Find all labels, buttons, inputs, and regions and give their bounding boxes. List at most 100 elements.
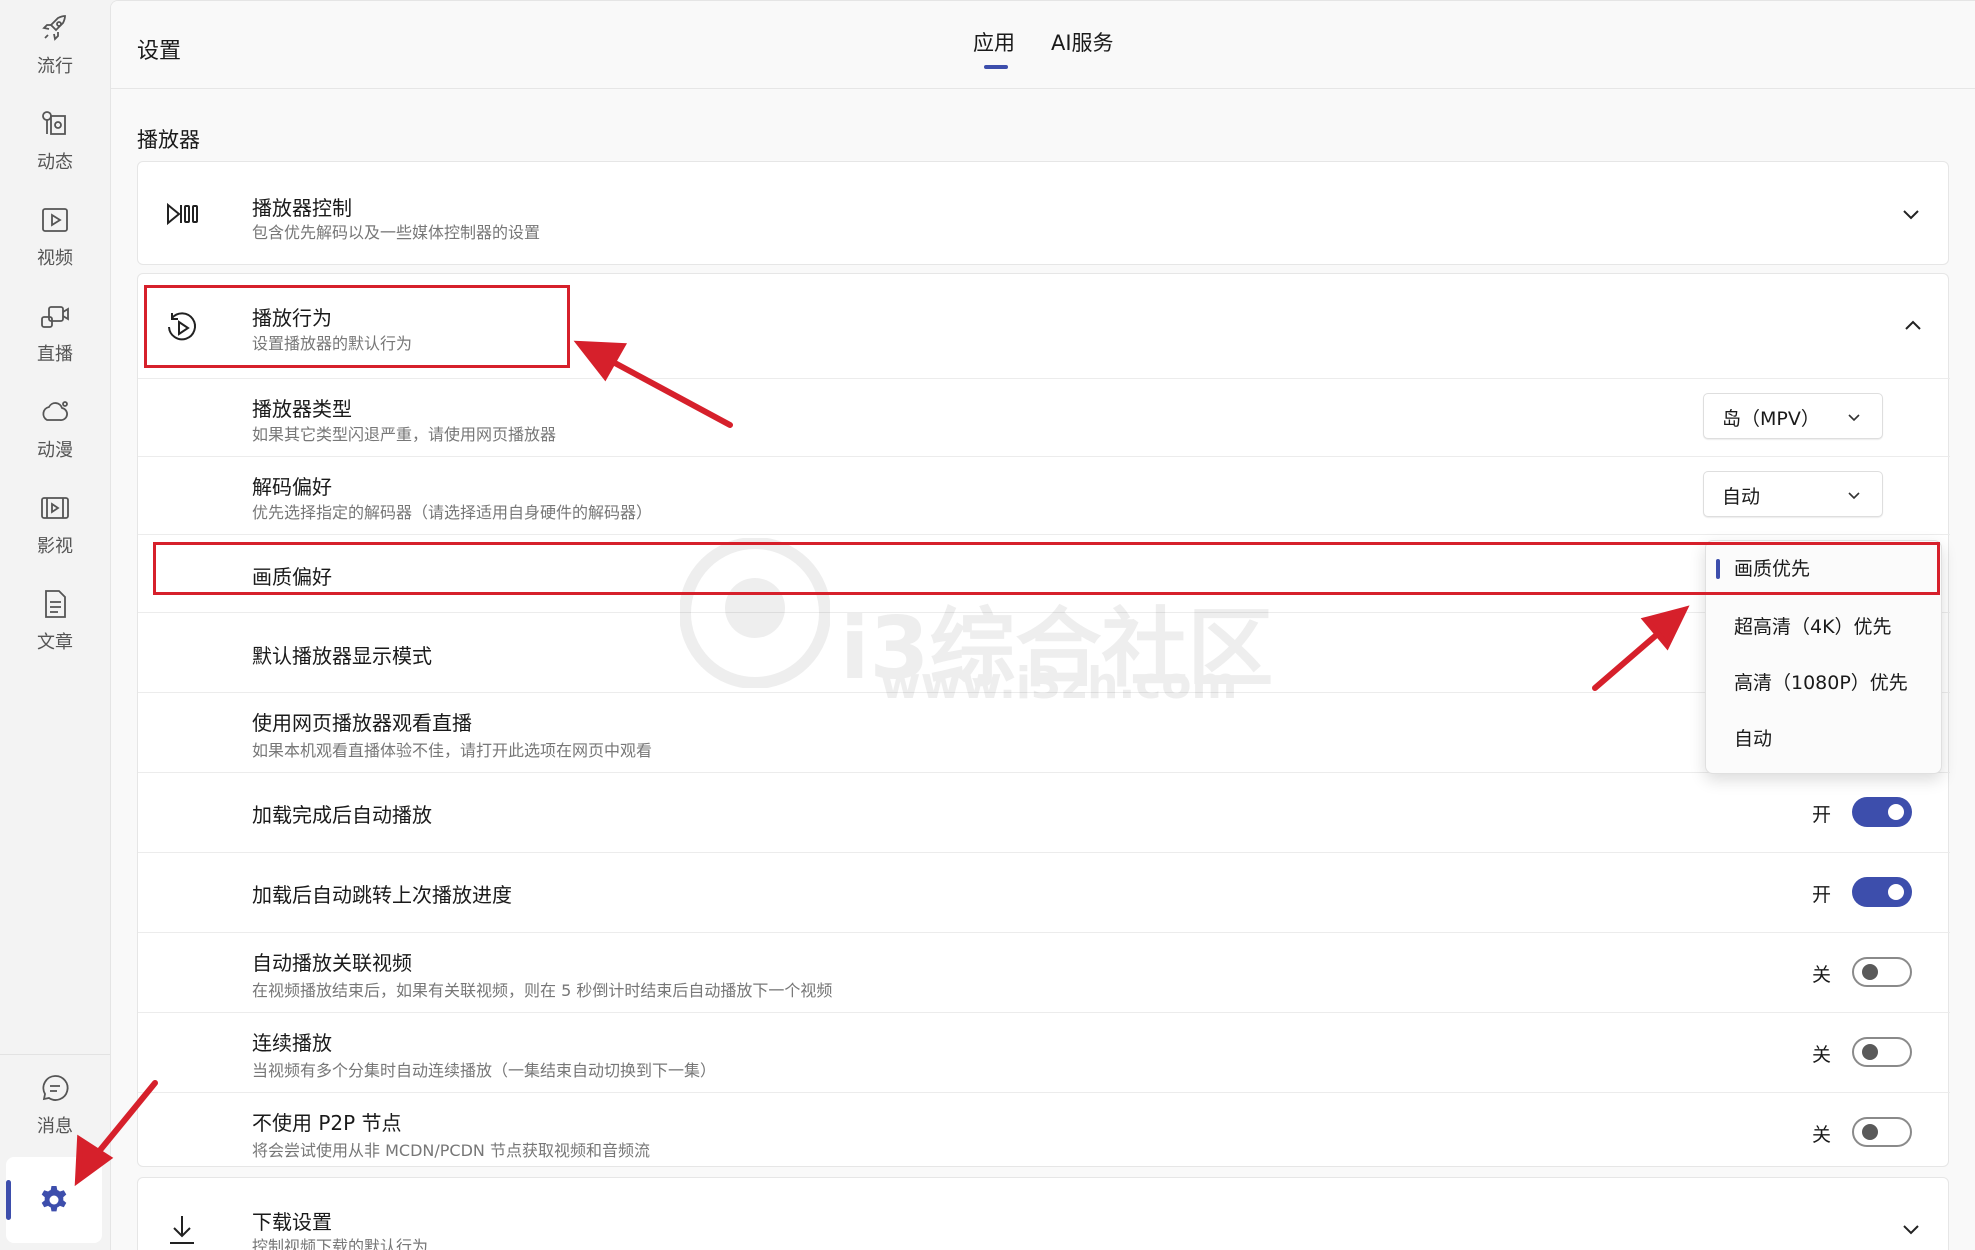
chevron-down-icon [1848, 492, 1860, 500]
settings-page: 设置 应用 AI服务 播放器 播放器控制 包含优先解码以及一些媒体控制器的设置 … [110, 0, 1975, 1250]
row-title: 加载完成后自动播放 [252, 803, 432, 827]
dropdown-value: 自动 [1722, 486, 1761, 508]
menu-item-label: 画质优先 [1734, 558, 1811, 580]
sidebar-item-dynamic[interactable]: 动态 [0, 96, 110, 188]
web-live-row[interactable]: 使用网页播放器观看直播 如果本机观看直播体验不佳，请打开此选项在网页中观看 [138, 692, 1950, 772]
gear-icon [41, 1186, 67, 1212]
tab-ai-service[interactable]: AI服务 [1051, 27, 1114, 57]
chevron-down-icon[interactable] [1900, 203, 1922, 225]
toggle-state-label: 开 [1812, 884, 1832, 906]
article-icon [45, 590, 66, 618]
menu-item-label: 自动 [1734, 728, 1773, 750]
decode-row: 解码偏好 优先选择指定的解码器（请选择适用自身硬件的解码器） 自动 [138, 456, 1950, 534]
menu-item-label: 高清（1080P）优先 [1734, 672, 1908, 694]
continuous-toggle[interactable] [1852, 1037, 1912, 1067]
menu-item-quality-first[interactable]: 画质优先 [1706, 541, 1943, 597]
row-title: 画质偏好 [252, 565, 332, 589]
sidebar-item-settings[interactable] [6, 1157, 102, 1243]
player-type-dropdown[interactable]: 岛（MPV） [1703, 393, 1883, 439]
row-description: 优先选择指定的解码器（请选择适用自身硬件的解码器） [252, 503, 653, 522]
resume-row: 加载后自动跳转上次播放进度 开 [138, 852, 1950, 932]
related-toggle[interactable] [1852, 957, 1912, 987]
row-title: 自动播放关联视频 [252, 951, 412, 975]
toggle-knob [1862, 1124, 1878, 1140]
chevron-down-icon[interactable] [1900, 1218, 1922, 1240]
row-title: 默认播放器显示模式 [252, 644, 432, 668]
header: 设置 应用 AI服务 [111, 1, 1975, 89]
sidebar-item-film[interactable]: 影视 [0, 480, 110, 572]
menu-item-4k-first[interactable]: 超高清（4K）优先 [1706, 599, 1943, 655]
replay-icon [168, 312, 196, 341]
sidebar-item-anime[interactable]: 动漫 [0, 384, 110, 476]
row-description: 在视频播放结束后，如果有关联视频，则在 5 秒倒计时结束后自动播放下一个视频 [252, 981, 833, 1000]
quality-options-menu: 画质优先 超高清（4K）优先 高清（1080P）优先 自动 [1705, 540, 1942, 774]
sidebar-item-popular[interactable]: 流行 [0, 0, 110, 92]
rocket-icon [42, 15, 66, 41]
row-title: 解码偏好 [252, 475, 332, 499]
card-title: 播放器控制 [252, 196, 352, 220]
toggle-knob [1888, 804, 1904, 820]
toggle-knob [1862, 964, 1878, 980]
decode-dropdown[interactable]: 自动 [1703, 471, 1883, 517]
related-row: 自动播放关联视频 在视频播放结束后，如果有关联视频，则在 5 秒倒计时结束后自动… [138, 932, 1950, 1012]
live-icon [41, 306, 69, 328]
chevron-up-icon[interactable] [1902, 315, 1924, 337]
toggle-state-label: 关 [1812, 1044, 1832, 1066]
dropdown-value: 岛（MPV） [1722, 408, 1820, 430]
autoplay-toggle[interactable] [1852, 797, 1912, 827]
row-description: 将会尝试使用从非 MCDN/PCDN 节点获取视频和音频流 [252, 1141, 650, 1160]
continuous-row: 连续播放 当视频有多个分集时自动连续播放（一集结束自动切换到下一集） 关 [138, 1012, 1950, 1092]
sidebar-item-label: 流行 [37, 56, 73, 77]
display-mode-row[interactable]: 默认播放器显示模式 [138, 612, 1950, 692]
download-settings-card[interactable]: 下载设置 控制视频下载的默认行为 [137, 1177, 1949, 1250]
card-title: 下载设置 [252, 1210, 332, 1234]
sidebar-item-label: 文章 [37, 632, 73, 653]
p2p-row: 不使用 P2P 节点 将会尝试使用从非 MCDN/PCDN 节点获取视频和音频流… [138, 1092, 1950, 1168]
sidebar-item-article[interactable]: 文章 [0, 576, 110, 668]
sidebar-divider [0, 1054, 110, 1055]
sidebar-item-label: 消息 [37, 1116, 73, 1137]
card-description: 设置播放器的默认行为 [252, 334, 413, 353]
player-behavior-card: 播放行为 设置播放器的默认行为 播放器类型 如果其它类型闪退严重，请使用网页播放… [137, 273, 1950, 1168]
row-description: 如果其它类型闪退严重，请使用网页播放器 [252, 425, 557, 444]
row-description: 如果本机观看直播体验不佳，请打开此选项在网页中观看 [252, 741, 653, 760]
tab-app[interactable]: 应用 [973, 27, 1015, 57]
resume-toggle[interactable] [1852, 877, 1912, 907]
toggle-knob [1888, 884, 1904, 900]
download-icon [170, 1216, 194, 1244]
dynamic-icon [42, 111, 66, 135]
toggle-state-label: 关 [1812, 964, 1832, 986]
sidebar-item-label: 动态 [37, 152, 73, 173]
card-description: 控制视频下载的默认行为 [252, 1237, 429, 1250]
row-title: 加载后自动跳转上次播放进度 [252, 883, 512, 907]
menu-item-1080p-first[interactable]: 高清（1080P）优先 [1706, 655, 1943, 711]
active-tab-indicator [984, 65, 1008, 69]
player-behavior-header[interactable]: 播放行为 设置播放器的默认行为 [138, 274, 1950, 378]
page-title: 设置 [137, 39, 182, 64]
sidebar-item-video[interactable]: 视频 [0, 192, 110, 284]
sidebar-item-messages[interactable]: 消息 [0, 1060, 110, 1152]
row-title: 播放器类型 [252, 397, 352, 421]
sidebar-item-label: 动漫 [37, 440, 73, 461]
sidebar: 流行 动态 视频 直播 动漫 影视 文章 消息 [0, 0, 110, 1250]
toggle-state-label: 关 [1812, 1124, 1832, 1146]
quality-row[interactable]: 画质偏好 [138, 534, 1950, 612]
section-title: 播放器 [137, 128, 200, 152]
card-title: 播放行为 [252, 306, 332, 330]
p2p-toggle[interactable] [1852, 1117, 1912, 1147]
row-title: 使用网页播放器观看直播 [252, 711, 472, 735]
toggle-knob [1862, 1044, 1878, 1060]
anime-icon [42, 401, 68, 421]
player-control-card[interactable]: 播放器控制 包含优先解码以及一些媒体控制器的设置 [137, 161, 1949, 265]
toggle-state-label: 开 [1812, 804, 1832, 826]
sidebar-item-label: 视频 [37, 248, 73, 269]
chat-icon [42, 1075, 69, 1101]
film-icon [41, 497, 69, 519]
chevron-down-icon [1848, 414, 1860, 422]
selected-indicator [1716, 559, 1720, 579]
menu-item-label: 超高清（4K）优先 [1734, 616, 1892, 638]
video-icon [42, 208, 68, 232]
card-description: 包含优先解码以及一些媒体控制器的设置 [252, 223, 541, 242]
menu-item-auto[interactable]: 自动 [1706, 711, 1943, 767]
sidebar-item-live[interactable]: 直播 [0, 288, 110, 380]
